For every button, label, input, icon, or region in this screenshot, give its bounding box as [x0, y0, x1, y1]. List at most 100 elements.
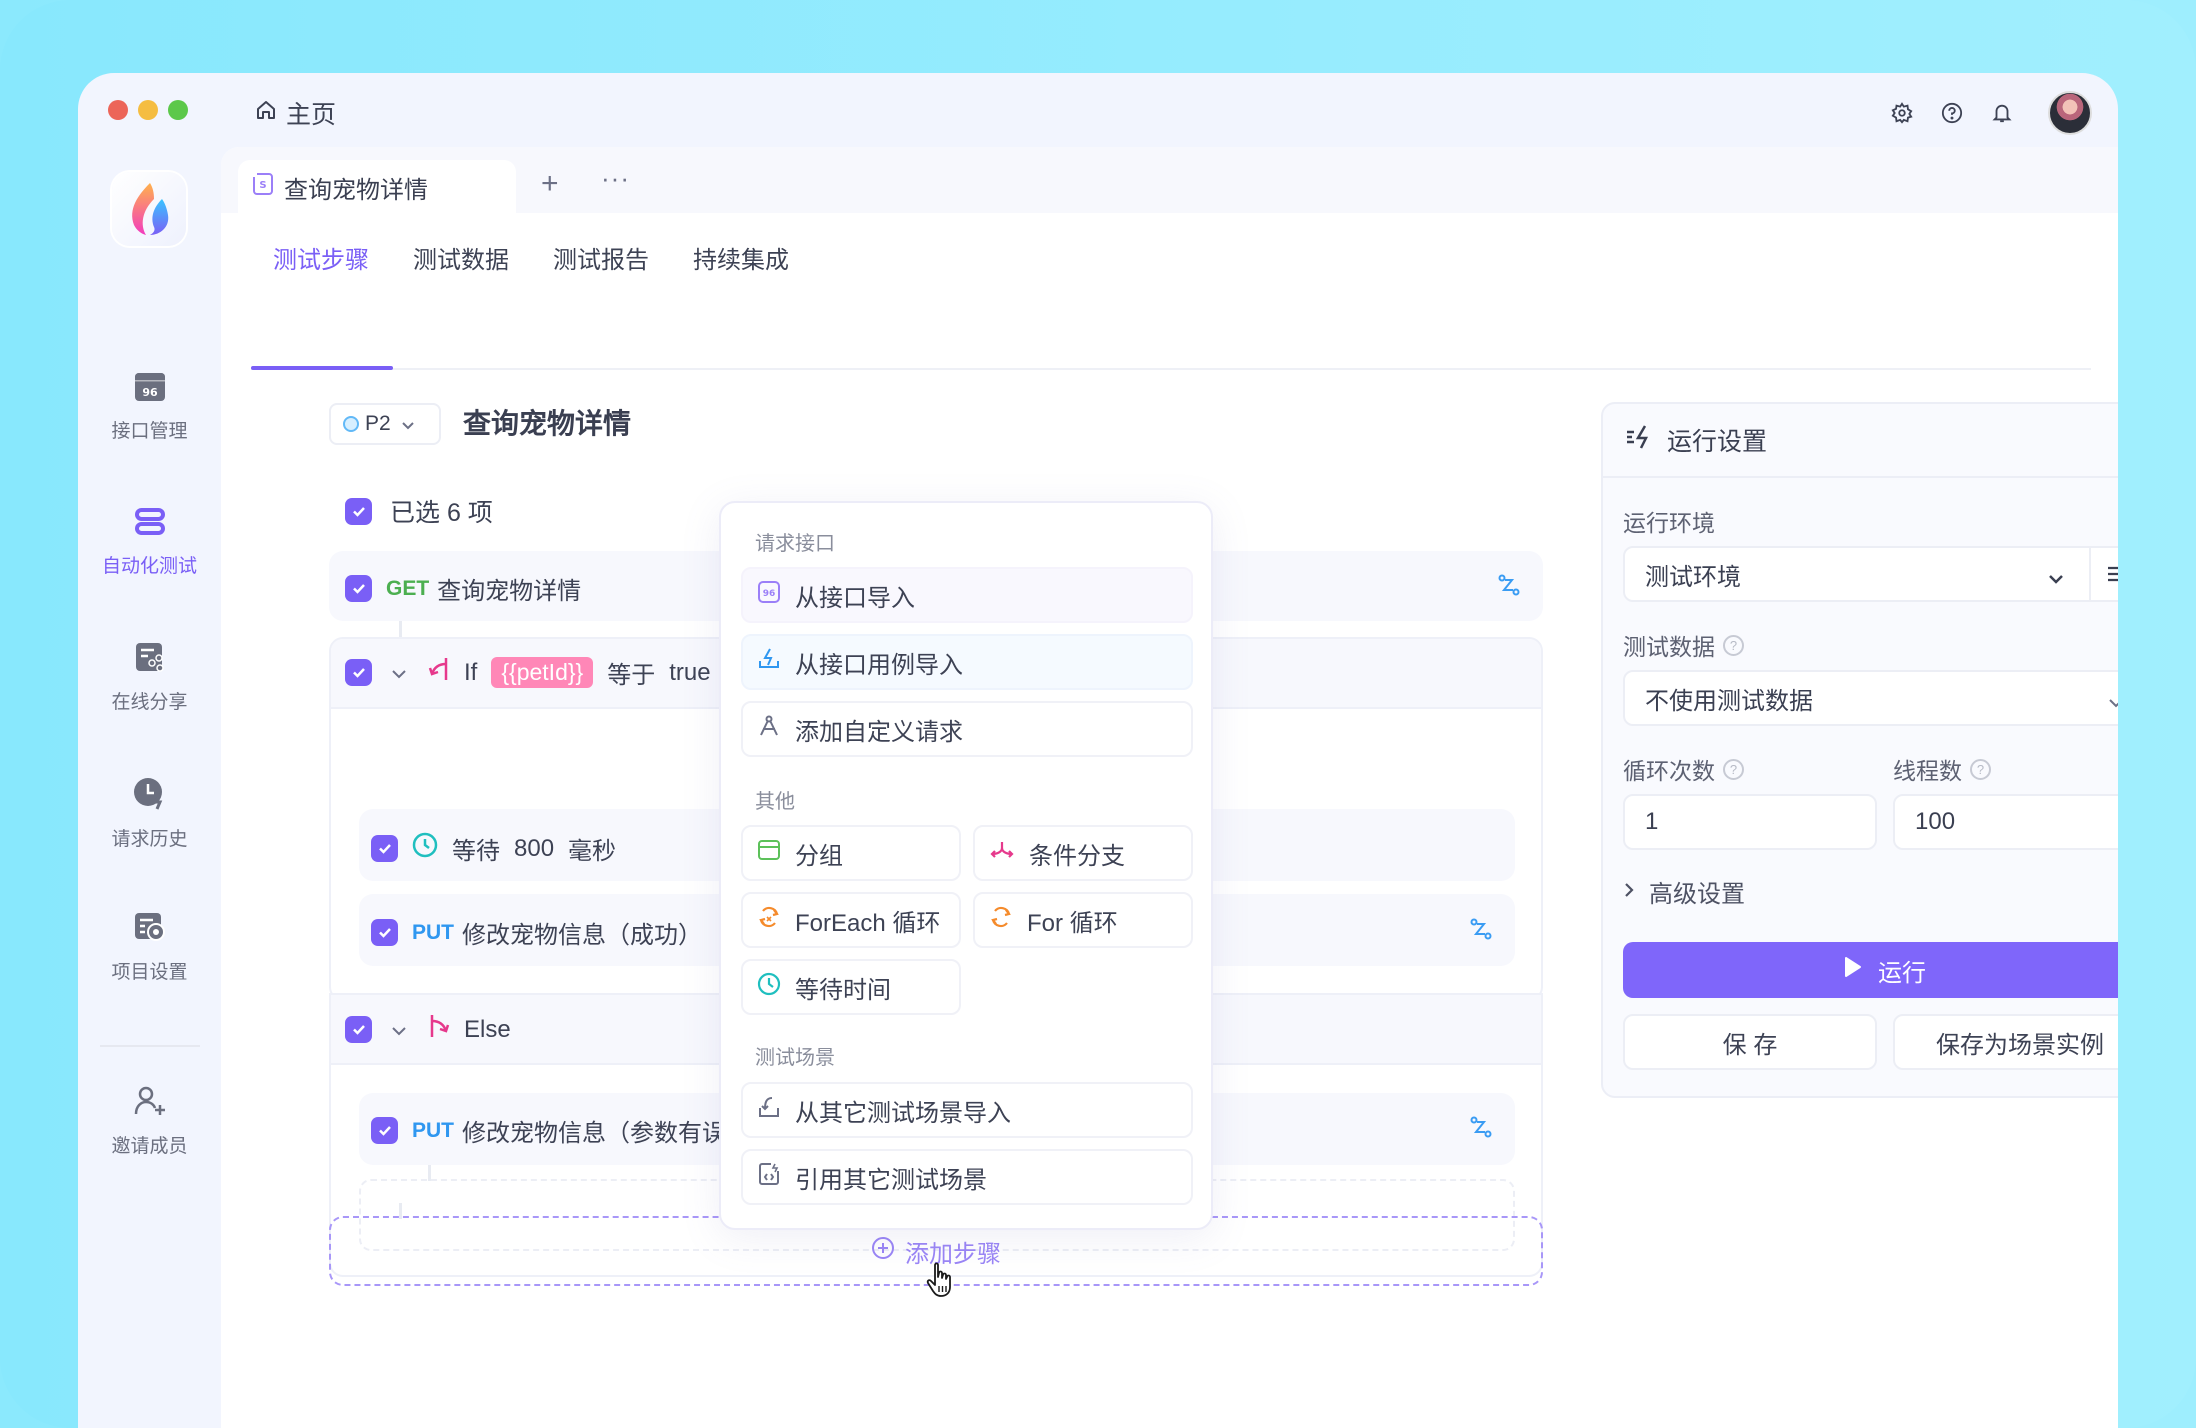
- reference-scenario-icon: [757, 1162, 781, 1193]
- foreach-loop-icon: [757, 905, 781, 936]
- new-tab-button[interactable]: +: [541, 167, 559, 201]
- maximize-window-button[interactable]: [168, 100, 188, 120]
- method-badge: PUT: [412, 920, 454, 944]
- step-checkbox[interactable]: [371, 835, 398, 862]
- sidebar-item-label: 请求历史: [111, 829, 188, 850]
- menu-item-import-from-api[interactable]: 96 从接口导入: [741, 567, 1193, 623]
- step-name: 修改宠物信息（成功）: [462, 922, 702, 949]
- tab-test-report[interactable]: 测试报告: [531, 241, 671, 291]
- automation-icon: [134, 507, 166, 543]
- menu-item-label: 添加自定义请求: [795, 718, 963, 746]
- env-select[interactable]: 测试环境: [1623, 546, 2118, 602]
- menu-section-title: 其他: [755, 791, 795, 813]
- wait-row-content: 等待 800 毫秒: [371, 831, 616, 866]
- more-tabs-button[interactable]: ···: [601, 163, 630, 194]
- select-all-checkbox[interactable]: [345, 497, 372, 525]
- menu-item-group[interactable]: 分组: [741, 825, 961, 881]
- save-button[interactable]: 保 存: [1623, 1014, 1877, 1070]
- if-row-content: If {{petId}} 等于 true: [345, 655, 711, 690]
- menu-item-label: 从接口导入: [795, 584, 915, 612]
- document-tab[interactable]: S 查询宠物详情: [238, 160, 516, 214]
- variable-tag: {{petId}}: [491, 657, 594, 688]
- home-link[interactable]: 主页: [254, 95, 336, 131]
- menu-item-label: 分组: [795, 842, 843, 870]
- step-checkbox[interactable]: [371, 1117, 398, 1144]
- bell-icon[interactable]: [1990, 101, 2014, 125]
- hand-cursor-icon: [926, 1262, 956, 1303]
- step-checkbox[interactable]: [345, 1016, 372, 1043]
- clock-icon: [412, 832, 438, 865]
- wait-prefix: 等待: [452, 838, 500, 865]
- sidebar-item-share[interactable]: 在线分享: [78, 641, 221, 714]
- sidebar-item-history[interactable]: 请求历史: [78, 776, 221, 851]
- wait-unit: 毫秒: [568, 838, 617, 865]
- minimize-window-button[interactable]: [138, 100, 158, 120]
- step-get-content: GET 查询宠物详情: [345, 571, 581, 606]
- menu-section-title: 测试场景: [755, 1047, 835, 1069]
- menu-item-wait-time[interactable]: 等待时间: [741, 959, 961, 1015]
- tab-test-data[interactable]: 测试数据: [391, 241, 531, 291]
- user-avatar[interactable]: [2048, 91, 2092, 135]
- menu-item-label: 引用其它测试场景: [795, 1166, 987, 1194]
- loop-count-input[interactable]: 1: [1623, 794, 1877, 850]
- active-tab-indicator: [251, 366, 393, 370]
- else-row-content: Else: [345, 1013, 511, 1046]
- help-icon[interactable]: ?: [1723, 634, 1744, 656]
- chevron-down-icon: [2047, 564, 2065, 592]
- collapse-chevron-icon[interactable]: [390, 659, 408, 687]
- help-icon[interactable]: ?: [1723, 758, 1744, 780]
- sidebar-item-project-settings[interactable]: 项目设置: [78, 911, 221, 984]
- save-as-scenario-button[interactable]: 保存为场景实例: [1893, 1014, 2118, 1070]
- tab-test-steps[interactable]: 测试步骤: [251, 241, 391, 291]
- menu-item-foreach-loop[interactable]: ForEach 循环: [741, 892, 961, 948]
- sidebar-item-api[interactable]: 96 接口管理: [78, 372, 221, 443]
- sidebar-item-label: 自动化测试: [101, 556, 197, 577]
- menu-item-reference-scenario[interactable]: 引用其它测试场景: [741, 1149, 1193, 1205]
- branch-icon: [989, 838, 1015, 869]
- run-label: 运行: [1878, 959, 1926, 987]
- sidebar-item-automation[interactable]: 自动化测试: [78, 507, 221, 578]
- help-icon[interactable]: ?: [1970, 758, 1991, 780]
- run-button[interactable]: 运行: [1623, 942, 2118, 998]
- menu-item-custom-request[interactable]: 添加自定义请求: [741, 701, 1193, 757]
- share-icon: [134, 641, 166, 679]
- collapse-chevron-icon[interactable]: [390, 1016, 408, 1044]
- step-checkbox[interactable]: [371, 919, 398, 946]
- menu-item-label: For 循环: [1027, 909, 1118, 937]
- env-manage-button[interactable]: [2089, 548, 2118, 600]
- step-checkbox[interactable]: [345, 659, 372, 686]
- close-window-button[interactable]: [108, 100, 128, 120]
- test-data-select[interactable]: 不使用测试数据: [1623, 670, 2118, 726]
- chevron-down-icon: [401, 412, 415, 436]
- gear-icon[interactable]: [1890, 101, 1914, 125]
- document-tab-strip: S 查询宠物详情 + ···: [221, 147, 2118, 214]
- threads-input[interactable]: 100: [1893, 794, 2118, 850]
- advanced-settings-toggle[interactable]: 高级设置: [1623, 874, 1745, 909]
- menu-section-title: 请求接口: [755, 533, 835, 555]
- menu-item-label: ForEach 循环: [795, 909, 941, 937]
- priority-select[interactable]: P2: [329, 403, 441, 445]
- link-icon[interactable]: [1469, 1115, 1493, 1144]
- menu-item-label: 条件分支: [1029, 842, 1125, 870]
- priority-dot-icon: [343, 416, 359, 432]
- put-invalid-content: PUT 修改宠物信息（参数有误）: [371, 1113, 750, 1148]
- else-keyword: Else: [464, 1015, 511, 1043]
- page-title: 查询宠物详情: [463, 408, 632, 439]
- link-icon[interactable]: [1469, 917, 1493, 946]
- menu-item-condition-branch[interactable]: 条件分支: [973, 825, 1193, 881]
- menu-item-import-from-case[interactable]: 从接口用例导入: [741, 634, 1193, 690]
- document-tab-label: 查询宠物详情: [284, 176, 428, 204]
- sidebar-item-label: 接口管理: [111, 421, 188, 442]
- tab-continuous-integration[interactable]: 持续集成: [671, 241, 811, 291]
- selected-count: 已选 6 项: [390, 499, 493, 527]
- run-settings-title: 运行设置: [1667, 428, 1768, 456]
- menu-item-for-loop[interactable]: For 循环: [973, 892, 1193, 948]
- select-all-row: 已选 6 项: [345, 493, 493, 529]
- app-logo: [112, 172, 186, 246]
- advanced-settings-label: 高级设置: [1649, 881, 1745, 908]
- help-icon[interactable]: [1940, 101, 1964, 125]
- sidebar-item-invite[interactable]: 邀请成员: [78, 1085, 221, 1158]
- step-checkbox[interactable]: [345, 575, 372, 602]
- menu-item-import-scenario[interactable]: 从其它测试场景导入: [741, 1082, 1193, 1138]
- app-window: 主页 96 接口管理 自动化测试 在线分享 请求历史 项目设置 邀请成员 S 查…: [78, 73, 2118, 1428]
